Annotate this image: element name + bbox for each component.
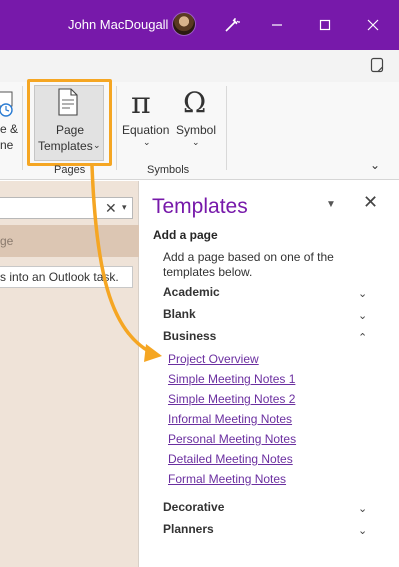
ribbon-separator bbox=[116, 86, 117, 170]
template-formal-meeting-notes[interactable]: Formal Meeting Notes bbox=[168, 472, 286, 486]
close-pane-icon[interactable]: ✕ bbox=[363, 192, 378, 213]
category-decorative[interactable]: Decorative bbox=[163, 500, 224, 514]
pages-group-label: Pages bbox=[54, 164, 86, 176]
ribbon-separator bbox=[226, 86, 227, 170]
category-planners[interactable]: Planners bbox=[163, 522, 214, 536]
ribbon-separator bbox=[22, 86, 23, 170]
category-academic[interactable]: Academic bbox=[163, 285, 220, 299]
add-page-heading: Add a page bbox=[153, 228, 218, 242]
page-list-item[interactable] bbox=[0, 225, 139, 257]
symbol-button[interactable]: Symbol bbox=[176, 123, 216, 137]
chevron-up-icon[interactable]: ⌃ bbox=[358, 331, 367, 344]
chevron-down-icon[interactable]: ⌄ bbox=[358, 287, 367, 300]
category-blank[interactable]: Blank bbox=[163, 307, 196, 321]
collapse-ribbon-icon[interactable]: ⌄ bbox=[370, 158, 380, 172]
highlight-box bbox=[27, 79, 112, 166]
ribbon-tab-strip bbox=[0, 50, 399, 82]
chevron-down-icon[interactable]: ⌄ bbox=[143, 137, 151, 148]
category-business[interactable]: Business bbox=[163, 329, 216, 343]
template-informal-meeting-notes[interactable]: Informal Meeting Notes bbox=[168, 412, 292, 426]
template-project-overview[interactable]: Project Overview bbox=[168, 352, 259, 366]
title-bar: John MacDougall bbox=[0, 0, 399, 50]
notebook-icon[interactable] bbox=[369, 57, 385, 78]
pi-icon[interactable]: π bbox=[131, 86, 151, 121]
page-list-item-label: ge bbox=[0, 234, 14, 248]
chevron-down-icon[interactable]: ⌄ bbox=[358, 309, 367, 322]
chevron-down-icon[interactable]: ⌄ bbox=[192, 137, 200, 148]
equation-button[interactable]: Equation bbox=[122, 123, 169, 137]
ribbon-partial-label-1[interactable]: e & bbox=[0, 122, 18, 136]
close-icon[interactable] bbox=[358, 10, 388, 40]
symbols-group-label: Symbols bbox=[147, 164, 190, 176]
template-simple-meeting-notes-1[interactable]: Simple Meeting Notes 1 bbox=[168, 372, 295, 386]
ribbon-partial-label-2[interactable]: ne bbox=[0, 138, 13, 152]
chevron-down-icon[interactable]: ⌄ bbox=[358, 524, 367, 537]
search-input[interactable]: ✕ ▾ bbox=[0, 197, 133, 219]
chevron-down-icon[interactable]: ⌄ bbox=[358, 502, 367, 515]
clear-search-icon[interactable]: ✕ bbox=[105, 200, 117, 217]
template-detailed-meeting-notes[interactable]: Detailed Meeting Notes bbox=[168, 452, 293, 466]
minimize-icon[interactable] bbox=[262, 10, 292, 40]
add-page-description: Add a page based on one of the templates… bbox=[163, 250, 334, 279]
magic-wand-icon[interactable] bbox=[217, 10, 247, 40]
user-name[interactable]: John MacDougall bbox=[68, 17, 168, 32]
template-simple-meeting-notes-2[interactable]: Simple Meeting Notes 2 bbox=[168, 392, 295, 406]
template-personal-meeting-notes[interactable]: Personal Meeting Notes bbox=[168, 432, 296, 446]
outlook-task-tip: s into an Outlook task. bbox=[0, 266, 133, 288]
pane-options-icon[interactable]: ▼ bbox=[326, 199, 336, 210]
omega-icon[interactable]: Ω bbox=[183, 86, 206, 119]
chevron-down-icon[interactable]: ▾ bbox=[122, 202, 127, 213]
pane-title: Templates bbox=[152, 195, 248, 218]
avatar[interactable] bbox=[172, 12, 196, 36]
maximize-icon[interactable] bbox=[310, 10, 340, 40]
